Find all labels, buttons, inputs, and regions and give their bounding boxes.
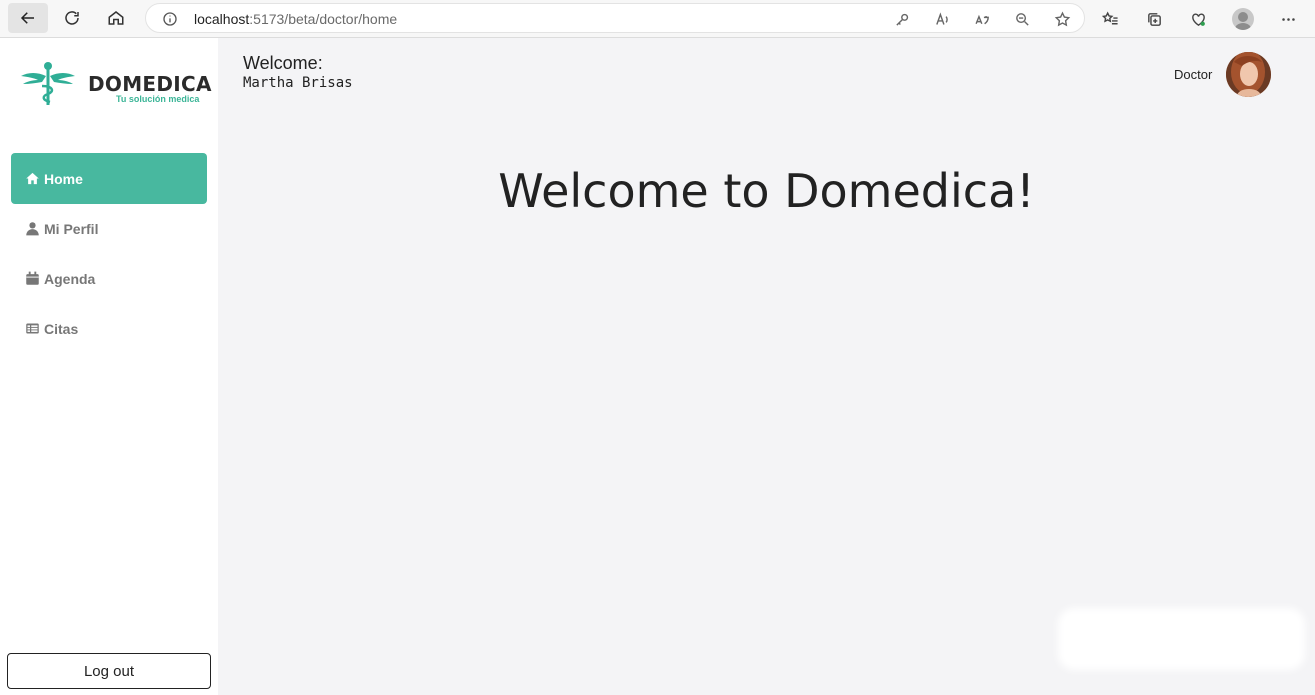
sidebar-item-label: Home [44,170,83,187]
caduceus-icon [21,62,75,105]
sidebar-item-citas[interactable]: Citas [11,304,207,354]
sidebar-item-label: Mi Perfil [44,221,99,237]
sidebar-item-agenda[interactable]: Agenda [11,254,207,304]
browser-profile-icon[interactable] [1232,8,1254,30]
sidebar-item-label: Agenda [44,271,96,287]
sidebar-menu: Home Mi Perfil Agenda Citas [11,153,207,354]
address-bar-actions [892,9,1072,29]
more-menu-icon[interactable] [1278,9,1298,29]
refresh-button[interactable] [52,3,92,33]
read-aloud-icon[interactable] [932,9,952,29]
arrow-left-icon [20,12,34,24]
home-browser-button[interactable] [96,3,136,33]
calendar-icon [25,271,41,287]
favorites-list-icon[interactable] [1100,9,1120,29]
favorite-star-icon[interactable] [1052,9,1072,29]
table-list-icon [25,321,41,337]
browser-actions [1100,8,1298,30]
browser-health-icon[interactable] [1188,9,1208,29]
avatar[interactable] [1226,52,1271,97]
redaction-patch [1064,614,1299,664]
sidebar-item-home[interactable]: Home [11,153,207,204]
logout-button[interactable]: Log out [7,653,211,689]
user-icon [25,221,41,237]
home-icon [25,171,41,187]
brand-name: DOMEDICA [88,72,212,96]
user-role: Doctor [1174,67,1213,82]
url-text: localhost:5173/beta/doctor/home [194,11,398,27]
browser-toolbar: localhost:5173/beta/doctor/home [0,0,1315,38]
key-icon[interactable] [892,9,912,29]
main-content: Welcome: Martha Brisas Doctor Welcome to… [218,38,1315,695]
welcome-label: Welcome: [243,53,323,73]
collections-icon[interactable] [1144,9,1164,29]
sidebar-item-mi-perfil[interactable]: Mi Perfil [11,204,207,254]
house-icon [108,11,124,25]
avatar-photo [1226,52,1271,97]
refresh-icon [65,11,79,25]
info-icon[interactable] [162,11,178,27]
back-button[interactable] [8,3,48,33]
user-name: Martha Brisas [243,75,353,91]
sidebar: DOMEDICA Tu solución medica Home Mi Perf… [0,38,218,695]
address-bar[interactable]: localhost:5173/beta/doctor/home [145,3,1085,33]
zoom-out-icon[interactable] [1012,9,1032,29]
translate-icon[interactable] [972,9,992,29]
brand-logo[interactable]: DOMEDICA Tu solución medica [20,60,211,110]
brand-tagline: Tu solución medica [116,94,200,104]
sidebar-item-label: Citas [44,321,79,337]
page-title: Welcome to Domedica! [498,164,1035,218]
